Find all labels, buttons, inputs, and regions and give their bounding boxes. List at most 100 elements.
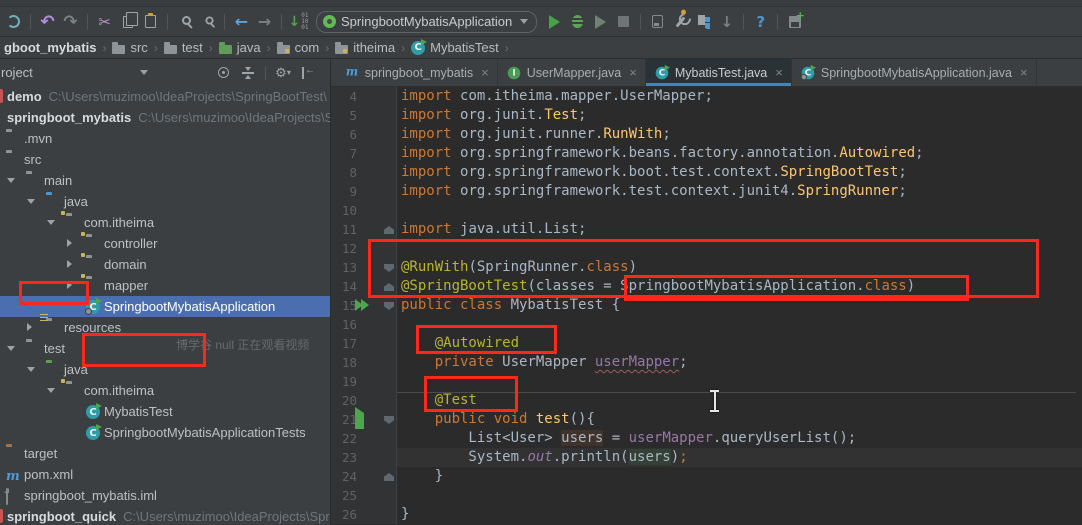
fold-marker-up[interactable] (384, 226, 394, 234)
gutter[interactable]: 20 (331, 391, 397, 410)
close-icon[interactable]: × (481, 65, 489, 80)
tree-item-SpringbootMybatisApplication[interactable]: C SpringbootMybatisApplication (0, 296, 330, 317)
tree-item-resources[interactable]: resources (0, 317, 330, 338)
hide-panel-icon[interactable] (300, 65, 316, 81)
forward-icon[interactable]: → (253, 11, 276, 33)
tree-expand-open-icon[interactable] (47, 388, 55, 393)
search-icon[interactable] (173, 11, 196, 33)
tree-expand-closed-icon[interactable] (27, 323, 32, 331)
tree-item-springboot_mybatis.iml[interactable]: springboot_mybatis.iml (0, 485, 330, 506)
gutter[interactable]: 22 (331, 429, 397, 448)
debug-icon[interactable] (566, 11, 589, 33)
fold-marker-down[interactable] (384, 416, 394, 424)
close-icon[interactable]: × (1020, 65, 1028, 80)
redo-icon[interactable]: ↷ (59, 11, 82, 33)
close-icon[interactable]: × (629, 65, 637, 80)
editor-body[interactable]: 4 import com.itheima.mapper.UserMapper; 5 i… (331, 87, 1082, 525)
gear-icon[interactable]: ⚙ ▾ (275, 65, 291, 81)
gutter[interactable]: 19 (331, 372, 397, 391)
breadcrumb-item-test[interactable]: test (162, 40, 205, 55)
deploy-icon[interactable]: ↓ (715, 11, 738, 33)
tree-item-demo[interactable]: demo C:\Users\muzimoo\IdeaProjects\Spring… (0, 86, 330, 107)
fold-marker-down[interactable] (384, 264, 394, 272)
tree-item-pom.xml[interactable]: m pom.xml (0, 464, 330, 485)
tree-item-domain[interactable]: domain (0, 254, 330, 275)
save-all-icon[interactable] (783, 9, 806, 33)
tree-expand-open-icon[interactable] (7, 178, 15, 183)
gutter[interactable]: 26 (331, 505, 397, 524)
tree-expand-open-icon[interactable] (7, 346, 15, 351)
tree-item-test[interactable]: test (0, 338, 330, 359)
tree-expand-open-icon[interactable] (27, 367, 35, 372)
replace-icon[interactable] (196, 11, 219, 33)
services-icon[interactable] (692, 11, 715, 33)
chevron-down-icon[interactable] (140, 70, 148, 75)
tree-expand-closed-icon[interactable] (67, 239, 72, 247)
fold-marker-up[interactable] (384, 283, 394, 291)
tree-item-main[interactable]: main (0, 170, 330, 191)
stop-icon[interactable] (612, 11, 635, 33)
run-with-coverage-icon[interactable] (589, 11, 612, 33)
fold-marker-down[interactable] (384, 302, 394, 310)
locate-file-icon[interactable] (215, 65, 231, 81)
gutter[interactable]: 21 (331, 407, 397, 436)
tree-item-controller[interactable]: controller (0, 233, 330, 254)
gutter[interactable]: 8 (331, 163, 397, 182)
breadcrumb-item-com[interactable]: com (275, 40, 322, 55)
tab-SpringbootMybatisApplication.java[interactable]: C SpringbootMybatisApplication.java × (792, 59, 1037, 86)
tree-item-MybatisTest[interactable]: C MybatisTest (0, 401, 330, 422)
tree-item-com.itheima[interactable]: com.itheima (0, 212, 330, 233)
tree-expand-open-icon[interactable] (27, 199, 35, 204)
gutter[interactable]: 15 (331, 296, 397, 315)
fold-marker-up[interactable] (384, 473, 394, 481)
sort-lines-icon[interactable]: ↓ 01 10 01 (287, 11, 310, 33)
sync-icon[interactable] (2, 11, 25, 33)
tree-item-.mvn[interactable]: .mvn (0, 128, 330, 149)
breadcrumb-item-java[interactable]: java (217, 40, 263, 55)
gutter[interactable]: 11 (331, 220, 397, 239)
gutter[interactable]: 14 (331, 277, 397, 296)
collapse-all-icon[interactable] (240, 65, 256, 81)
back-icon[interactable]: ← (230, 11, 253, 33)
run-icon[interactable] (543, 11, 566, 33)
tree-item-java[interactable]: java (0, 191, 330, 212)
gutter[interactable]: 10 (331, 201, 397, 220)
run-configuration-combo[interactable]: SpringbootMybatisApplication (316, 10, 538, 33)
gutter[interactable]: 17 (331, 334, 397, 353)
tree-expand-open-icon[interactable] (47, 220, 55, 225)
gutter[interactable]: 12 (331, 239, 397, 258)
gutter[interactable]: 7 (331, 144, 397, 163)
tree-item-com.itheima[interactable]: com.itheima (0, 380, 330, 401)
gutter[interactable]: 9 (331, 182, 397, 201)
breadcrumb-item-itheima[interactable]: itheima (333, 40, 397, 55)
tab-UserMapper.java[interactable]: I UserMapper.java × (498, 59, 646, 86)
tree-item-target[interactable]: target (0, 443, 330, 464)
cut-icon[interactable]: ✂ (93, 11, 116, 33)
gutter[interactable]: 16 (331, 315, 397, 334)
profiler-icon[interactable] (646, 11, 669, 33)
breadcrumb-item-gboot_mybatis[interactable]: gboot_mybatis (2, 40, 98, 55)
close-icon[interactable]: × (775, 65, 783, 80)
tree-item-src[interactable]: src (0, 149, 330, 170)
paste-icon[interactable] (139, 11, 162, 33)
tree-item-java[interactable]: java (0, 359, 330, 380)
help-icon[interactable]: ? (749, 11, 772, 33)
tab-MybatisTest.java[interactable]: C MybatisTest.java × (645, 59, 792, 86)
tree-item-springboot_quick[interactable]: springboot_quick C:\Users\muzimoo\IdeaPro… (0, 506, 330, 525)
gutter[interactable]: 24 (331, 467, 397, 486)
gutter[interactable]: 13 (331, 258, 397, 277)
gutter[interactable]: 18 (331, 353, 397, 372)
gutter[interactable]: 25 (331, 486, 397, 505)
settings-wrench-icon[interactable] (669, 11, 692, 33)
tree-item-mapper[interactable]: mapper (0, 275, 330, 296)
tree-item-springboot_mybatis[interactable]: springboot_mybatis C:\Users\muzimoo\IdeaP… (0, 107, 330, 128)
tree-item-SpringbootMybatisApplicationTests[interactable]: C SpringbootMybatisApplicationTests (0, 422, 330, 443)
gutter[interactable]: 4 (331, 87, 397, 106)
copy-icon[interactable] (116, 11, 139, 33)
gutter[interactable]: 23 (331, 448, 397, 467)
breadcrumb-item-src[interactable]: src (110, 40, 149, 55)
gutter[interactable]: 6 (331, 125, 397, 144)
gutter[interactable]: 5 (331, 106, 397, 125)
breadcrumb-item-MybatisTest[interactable]: C MybatisTest (409, 38, 501, 55)
tree-expand-closed-icon[interactable] (67, 281, 72, 289)
